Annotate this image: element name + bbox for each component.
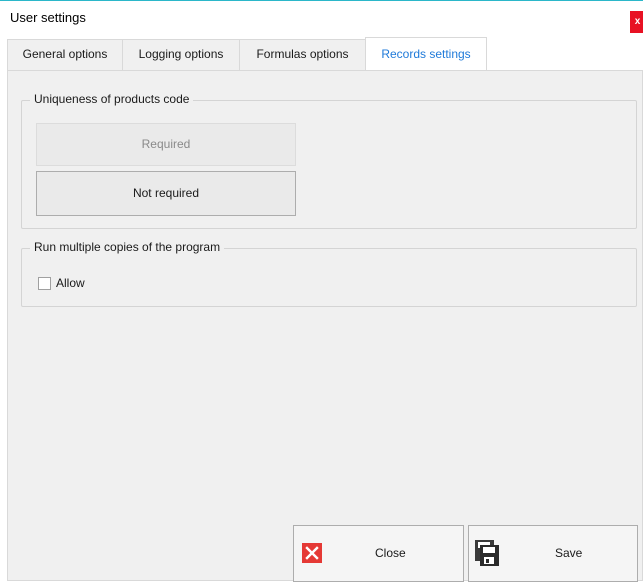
not-required-button[interactable]: Not required: [36, 171, 296, 216]
copies-group-title: Run multiple copies of the program: [30, 240, 225, 254]
window-close-icon[interactable]: x: [630, 11, 643, 33]
uniqueness-group-title: Uniqueness of products code: [30, 92, 194, 106]
records-settings-panel: Uniqueness of products code Required Not…: [7, 70, 643, 582]
tab-records-settings[interactable]: Records settings: [365, 37, 487, 71]
title-bar: User settings x: [0, 2, 643, 34]
required-button[interactable]: Required: [36, 123, 296, 166]
save-button-label: Save: [555, 546, 583, 560]
allow-checkbox[interactable]: [38, 277, 51, 290]
floppy-disk-icon: [475, 540, 499, 569]
tab-logging-options[interactable]: Logging options: [122, 39, 240, 70]
copies-group: Run multiple copies of the program Allow: [21, 240, 637, 307]
tab-formulas-options[interactable]: Formulas options: [239, 39, 366, 70]
close-button[interactable]: Close: [293, 525, 464, 582]
uniqueness-group: Uniqueness of products code Required Not…: [21, 92, 637, 229]
allow-checkbox-label[interactable]: Allow: [56, 276, 85, 290]
close-red-x-icon: [302, 543, 322, 566]
user-settings-window: User settings x General options Logging …: [0, 0, 643, 582]
window-title: User settings: [10, 10, 86, 25]
tab-general-options[interactable]: General options: [7, 39, 123, 70]
save-button[interactable]: Save: [468, 525, 638, 582]
tab-strip: General options Logging options Formulas…: [7, 37, 643, 71]
close-button-label: Close: [375, 546, 406, 560]
